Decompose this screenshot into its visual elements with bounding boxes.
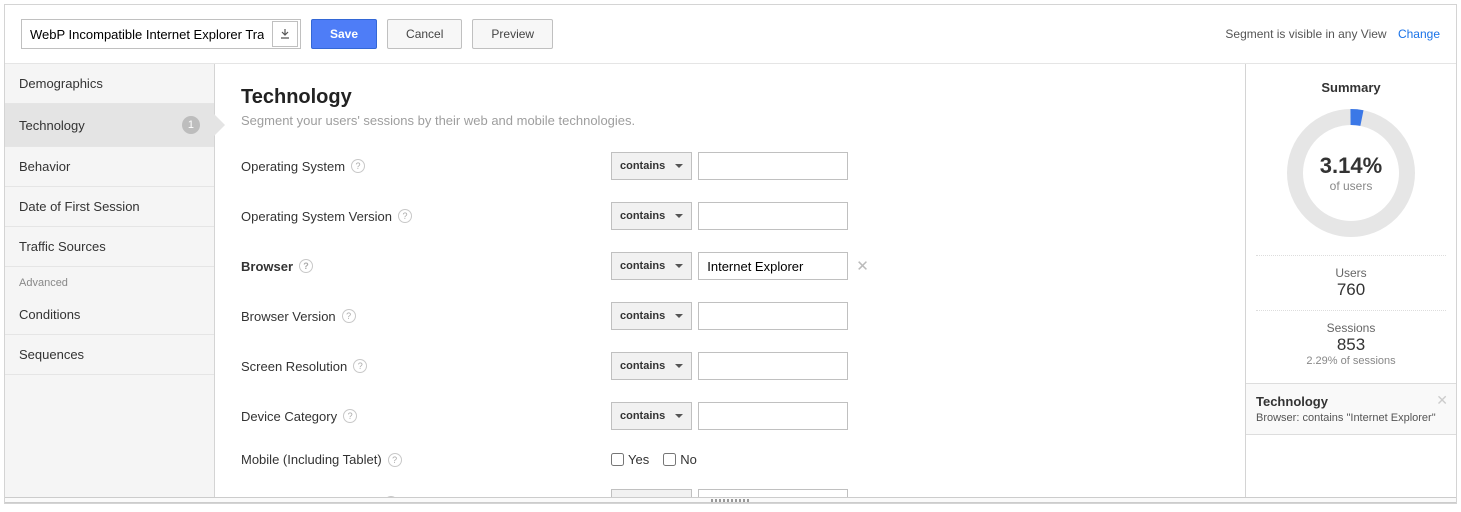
value-input-os[interactable] bbox=[698, 152, 848, 180]
op-select-screen-resolution[interactable]: contains bbox=[611, 352, 692, 380]
checkbox-yes[interactable] bbox=[611, 453, 624, 466]
cancel-button[interactable]: Cancel bbox=[387, 19, 462, 49]
card-title: Technology bbox=[1256, 394, 1446, 409]
value-input-screen-resolution[interactable] bbox=[698, 352, 848, 380]
op-select-os-version[interactable]: contains bbox=[611, 202, 692, 230]
sessions-label: Sessions bbox=[1256, 321, 1446, 335]
chevron-down-icon bbox=[675, 214, 683, 218]
close-icon[interactable]: ✕ bbox=[1436, 392, 1448, 409]
help-icon[interactable]: ? bbox=[398, 209, 412, 223]
op-select-browser-version[interactable]: contains bbox=[611, 302, 692, 330]
help-icon[interactable]: ? bbox=[343, 409, 357, 423]
sessions-value: 853 bbox=[1256, 335, 1446, 355]
label-mobile: Mobile (Including Tablet) bbox=[241, 452, 382, 467]
checkbox-no[interactable] bbox=[663, 453, 676, 466]
segment-name-wrap bbox=[21, 19, 301, 49]
save-button[interactable]: Save bbox=[311, 19, 377, 49]
help-icon[interactable]: ? bbox=[342, 309, 356, 323]
filter-card-technology[interactable]: ✕ Technology Browser: contains "Internet… bbox=[1246, 383, 1456, 435]
sidebar: Demographics Technology 1 Behavior Date … bbox=[5, 64, 215, 497]
sidebar-item-behavior[interactable]: Behavior bbox=[5, 147, 214, 187]
row-browser: Browser? contains ✕ bbox=[241, 252, 1219, 280]
label-mobile-device-branding: Mobile Device Branding bbox=[241, 496, 378, 498]
main-panel: Technology Segment your users' sessions … bbox=[215, 64, 1246, 497]
donut-chart: 3.14% of users bbox=[1281, 103, 1421, 243]
row-screen-resolution: Screen Resolution? contains bbox=[241, 352, 1219, 380]
sessions-pct: 2.29% of sessions bbox=[1256, 355, 1446, 367]
chevron-down-icon bbox=[675, 164, 683, 168]
sidebar-item-traffic-sources[interactable]: Traffic Sources bbox=[5, 227, 214, 267]
sidebar-item-conditions[interactable]: Conditions bbox=[5, 295, 214, 335]
label-os: Operating System bbox=[241, 159, 345, 174]
row-browser-version: Browser Version? contains bbox=[241, 302, 1219, 330]
summary-of-users: of users bbox=[1330, 179, 1373, 193]
chevron-down-icon bbox=[675, 264, 683, 268]
panel-title: Technology bbox=[241, 86, 1219, 109]
help-icon[interactable]: ? bbox=[353, 359, 367, 373]
help-icon[interactable]: ? bbox=[299, 259, 313, 273]
sidebar-item-sequences[interactable]: Sequences bbox=[5, 335, 214, 375]
op-select-os[interactable]: contains bbox=[611, 152, 692, 180]
panel-subtitle: Segment your users' sessions by their we… bbox=[241, 113, 1219, 128]
label-device-category: Device Category bbox=[241, 409, 337, 424]
label-browser-version: Browser Version bbox=[241, 309, 336, 324]
help-icon[interactable]: ? bbox=[388, 453, 402, 467]
row-mobile-incl-tablet: Mobile (Including Tablet)? Yes No bbox=[241, 452, 1219, 467]
help-icon[interactable]: ? bbox=[351, 159, 365, 173]
summary-panel: Summary 3.14% of users Users 760 Session… bbox=[1246, 64, 1456, 497]
value-input-browser[interactable] bbox=[698, 252, 848, 280]
chevron-down-icon bbox=[675, 414, 683, 418]
label-screen-resolution: Screen Resolution bbox=[241, 359, 347, 374]
mobile-yes-option[interactable]: Yes bbox=[611, 452, 649, 467]
card-desc: Browser: contains "Internet Explorer" bbox=[1256, 412, 1446, 424]
chevron-down-icon bbox=[675, 314, 683, 318]
sidebar-advanced-heading: Advanced bbox=[5, 267, 214, 295]
value-input-device-category[interactable] bbox=[698, 402, 848, 430]
op-select-mobile-branding[interactable]: contains bbox=[611, 489, 692, 497]
sidebar-item-date-first-session[interactable]: Date of First Session bbox=[5, 187, 214, 227]
value-input-os-version[interactable] bbox=[698, 202, 848, 230]
users-label: Users bbox=[1256, 266, 1446, 280]
visibility-text: Segment is visible in any View Change bbox=[1225, 27, 1440, 41]
row-operating-system: Operating System? contains bbox=[241, 152, 1219, 180]
label-browser: Browser bbox=[241, 259, 293, 274]
sidebar-item-demographics[interactable]: Demographics bbox=[5, 64, 214, 104]
summary-title: Summary bbox=[1256, 80, 1446, 95]
row-os-version: Operating System Version? contains bbox=[241, 202, 1219, 230]
op-select-device-category[interactable]: contains bbox=[611, 402, 692, 430]
change-visibility-link[interactable]: Change bbox=[1398, 27, 1440, 41]
label-os-version: Operating System Version bbox=[241, 209, 392, 224]
preview-button[interactable]: Preview bbox=[472, 19, 553, 49]
mobile-no-option[interactable]: No bbox=[663, 452, 697, 467]
value-input-browser-version[interactable] bbox=[698, 302, 848, 330]
row-mobile-device-branding: Mobile Device Branding? contains bbox=[241, 489, 1219, 497]
summary-percent: 3.14% bbox=[1320, 153, 1382, 179]
value-input-mobile-branding[interactable] bbox=[698, 489, 848, 497]
download-icon[interactable] bbox=[272, 21, 298, 47]
row-device-category: Device Category? contains bbox=[241, 402, 1219, 430]
sidebar-item-technology[interactable]: Technology 1 bbox=[5, 104, 214, 147]
clear-icon[interactable]: ✕ bbox=[856, 257, 869, 275]
help-icon[interactable]: ? bbox=[384, 496, 398, 497]
users-value: 760 bbox=[1256, 280, 1446, 300]
sidebar-badge: 1 bbox=[182, 116, 200, 134]
op-select-browser[interactable]: contains bbox=[611, 252, 692, 280]
chevron-down-icon bbox=[675, 364, 683, 368]
segment-name-input[interactable] bbox=[22, 20, 272, 48]
resize-gripper[interactable] bbox=[5, 497, 1456, 503]
segment-toolbar: Save Cancel Preview Segment is visible i… bbox=[5, 5, 1456, 64]
